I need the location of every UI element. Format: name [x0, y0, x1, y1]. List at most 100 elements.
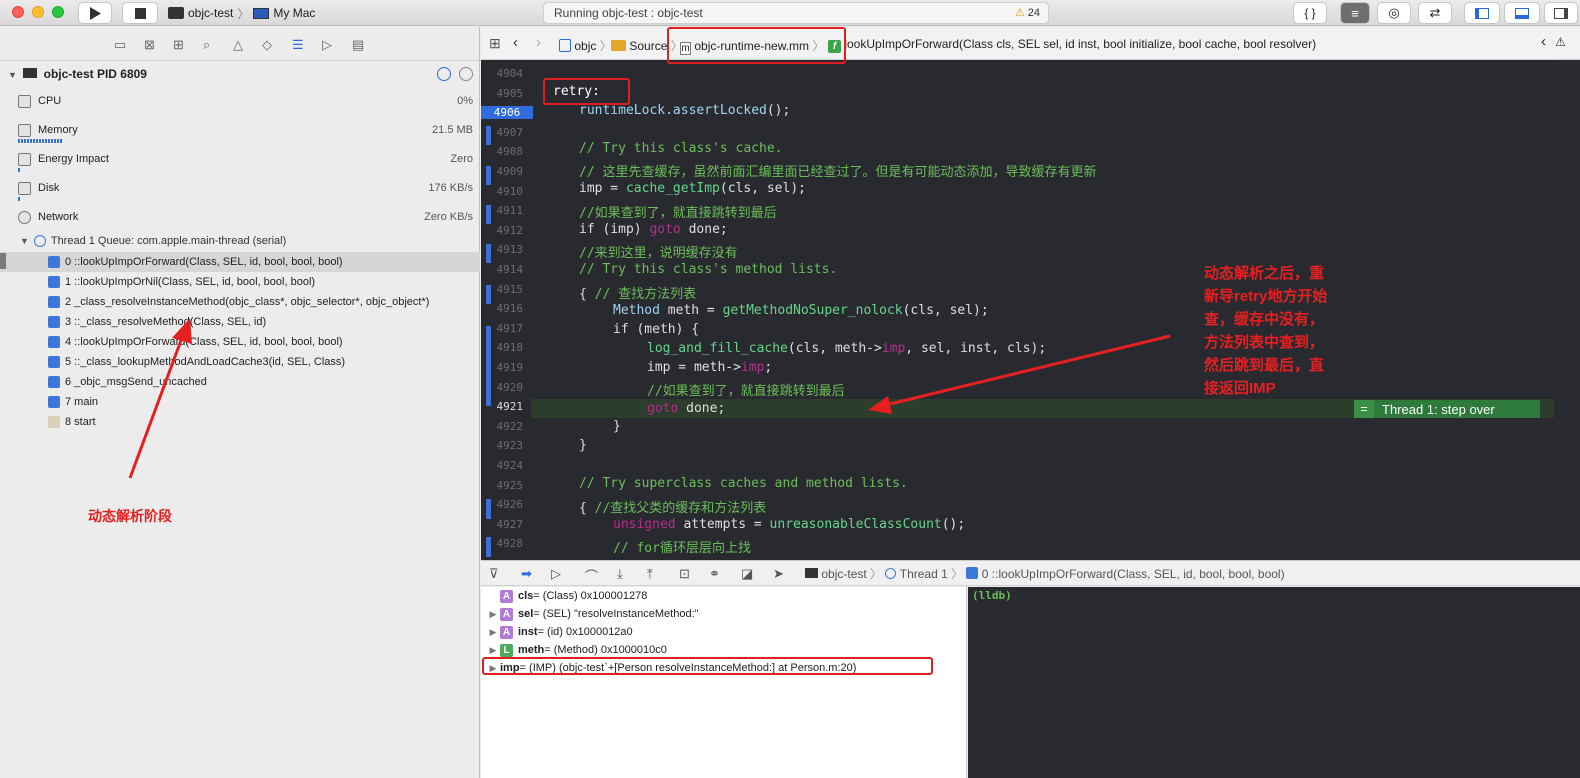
search-icon[interactable]: ⌕: [203, 37, 210, 53]
warning-indicator[interactable]: ⚠ 24: [1015, 6, 1040, 19]
stack-frame-row[interactable]: 3 ::_class_resolveMethod(Class, SEL, id): [0, 312, 480, 332]
code-line: // Try superclass caches and method list…: [579, 476, 908, 491]
hide-debug-area-icon[interactable]: ⊽: [489, 566, 499, 582]
thread-row[interactable]: ▼ Thread 1 Queue: com.apple.main-thread …: [20, 235, 286, 248]
back-arrow-icon[interactable]: ‹: [513, 34, 518, 51]
stack-frame-row[interactable]: 7 main: [0, 392, 480, 412]
stack-frame-row[interactable]: 5 ::_class_lookupMethodAndLoadCache3(id,…: [0, 352, 480, 372]
variable-row[interactable]: ▶ Ainst = (id) 0x1000012a0: [481, 623, 633, 641]
stack-frame-row[interactable]: 6 _objc_msgSend_uncached: [0, 372, 480, 392]
memory-graph-icon[interactable]: ⚭: [709, 566, 720, 582]
zoom-window-button[interactable]: [52, 6, 64, 18]
scheme-name: objc-test: [188, 6, 234, 20]
frame-label: 2 _class_resolveInstanceMethod(objc_clas…: [65, 296, 430, 308]
line-number[interactable]: 4925: [481, 479, 524, 492]
scheme-selector[interactable]: objc-test 〉 My Mac: [168, 2, 315, 24]
stack-frame-row[interactable]: 4 ::lookUpImpOrForward(Class, SEL, id, b…: [0, 332, 480, 352]
forward-arrow-icon[interactable]: ›: [536, 34, 541, 51]
project-icon: [559, 39, 571, 52]
line-number[interactable]: 4909: [481, 165, 524, 178]
line-number[interactable]: 4906: [481, 106, 533, 120]
thread-step-badge[interactable]: = Thread 1: step over: [1354, 400, 1540, 418]
issue-icon[interactable]: △: [233, 37, 243, 53]
stack-frame-row[interactable]: 2 _class_resolveInstanceMethod(objc_clas…: [0, 292, 480, 312]
gauge-disk[interactable]: Disk 176 KB/s: [18, 180, 473, 204]
location-icon[interactable]: ➤: [773, 566, 784, 582]
line-number[interactable]: 4926: [481, 498, 524, 511]
line-number[interactable]: 4917: [481, 322, 524, 335]
line-number[interactable]: 4920: [481, 381, 524, 394]
stack-frame-row[interactable]: 0 ::lookUpImpOrForward(Class, SEL, id, b…: [0, 252, 480, 272]
stop-button[interactable]: [122, 2, 158, 24]
line-number[interactable]: 4908: [481, 145, 524, 158]
line-number[interactable]: 4918: [481, 341, 524, 354]
gauge-toggle-icon[interactable]: [437, 67, 451, 81]
disclosure-right-icon[interactable]: ▶: [486, 627, 500, 638]
toggle-inspector-button[interactable]: [1544, 2, 1578, 24]
line-number[interactable]: 4913: [481, 243, 524, 256]
folder-icon[interactable]: ▭: [114, 37, 126, 53]
line-number[interactable]: 4914: [481, 263, 524, 276]
lldb-console[interactable]: (lldb): [968, 587, 1580, 778]
breakpoint-icon[interactable]: ▷: [322, 37, 332, 53]
version-editor-button[interactable]: ⇄: [1418, 2, 1452, 24]
minimize-window-button[interactable]: [32, 6, 44, 18]
variable-value: = (id) 0x1000012a0: [537, 626, 633, 638]
view-hierarchy-icon[interactable]: ⊡: [679, 566, 690, 582]
line-number[interactable]: 4912: [481, 224, 524, 237]
step-out-icon[interactable]: ⤒: [647, 566, 653, 582]
line-number[interactable]: 4923: [481, 439, 524, 452]
step-over-icon[interactable]: ⌒: [585, 566, 598, 585]
gauge-cpu[interactable]: CPU 0%: [18, 93, 473, 117]
close-window-button[interactable]: [12, 6, 24, 18]
editor-scrollbar[interactable]: [1554, 60, 1580, 560]
disclosure-right-icon[interactable]: ▶: [486, 645, 500, 656]
line-number[interactable]: 4919: [481, 361, 524, 374]
assistant-editor-button[interactable]: ◎: [1377, 2, 1411, 24]
jumpbar-project[interactable]: objc 〉: [559, 37, 612, 54]
line-number[interactable]: 4921: [481, 400, 524, 413]
energy-icon: [18, 153, 31, 166]
line-number[interactable]: 4915: [481, 283, 524, 296]
library-button[interactable]: { }: [1293, 2, 1327, 24]
source-control-icon[interactable]: ⊠: [144, 37, 155, 53]
symbol-icon[interactable]: ⊞: [173, 37, 184, 53]
jumpbar-function[interactable]: f lookUpImpOrForward(Class cls, SEL sel,…: [828, 37, 1316, 53]
line-number[interactable]: 4907: [481, 126, 524, 139]
stack-frame-row[interactable]: 8 start: [0, 412, 480, 432]
line-number[interactable]: 4922: [481, 420, 524, 433]
issue-warning-icon[interactable]: ⚠: [1555, 35, 1566, 49]
stack-toggle-icon[interactable]: [459, 67, 473, 81]
issue-prev-icon[interactable]: ‹: [1541, 33, 1546, 50]
toggle-navigator-button[interactable]: [1464, 2, 1500, 24]
line-number[interactable]: 4916: [481, 302, 524, 315]
variable-row[interactable]: Acls = (Class) 0x100001278: [481, 587, 647, 605]
gauge-network[interactable]: Network Zero KB/s: [18, 209, 473, 233]
run-button[interactable]: [78, 2, 112, 24]
stack-frame-row[interactable]: 1 ::lookUpImpOrNil(Class, SEL, id, bool,…: [0, 272, 480, 292]
line-number[interactable]: 4927: [481, 518, 524, 531]
play-icon: [90, 6, 101, 20]
debug-icon[interactable]: ☰: [292, 37, 304, 53]
line-number[interactable]: 4911: [481, 204, 524, 217]
line-number[interactable]: 4910: [481, 185, 524, 198]
gauge-memory[interactable]: Memory 21.5 MB: [18, 122, 473, 146]
continue-icon[interactable]: ▷: [551, 566, 561, 582]
related-items-icon[interactable]: ⊞: [489, 35, 501, 52]
gauge-energy[interactable]: Energy Impact Zero: [18, 151, 473, 175]
test-icon[interactable]: ◇: [262, 37, 272, 53]
toggle-debug-area-button[interactable]: [1504, 2, 1540, 24]
environment-icon[interactable]: ◪: [741, 566, 753, 582]
report-icon[interactable]: ▤: [352, 37, 364, 53]
standard-editor-button[interactable]: ≡: [1340, 2, 1370, 24]
breakpoints-toggle-icon[interactable]: ➡: [521, 566, 532, 582]
variable-row[interactable]: ▶ Asel = (SEL) "resolveInstanceMethod:": [481, 605, 699, 623]
line-number[interactable]: 4905: [481, 87, 524, 100]
process-row[interactable]: ▼ objc-test PID 6809: [8, 67, 147, 81]
debug-target[interactable]: objc-test 〉 Thread 1 〉 0 ::lookUpImpOrFo…: [805, 565, 1285, 582]
line-number[interactable]: 4924: [481, 459, 524, 472]
line-number[interactable]: 4904: [481, 67, 524, 80]
line-number[interactable]: 4928: [481, 537, 524, 550]
step-into-icon[interactable]: ⤓: [617, 566, 623, 582]
disclosure-right-icon[interactable]: ▶: [486, 609, 500, 620]
